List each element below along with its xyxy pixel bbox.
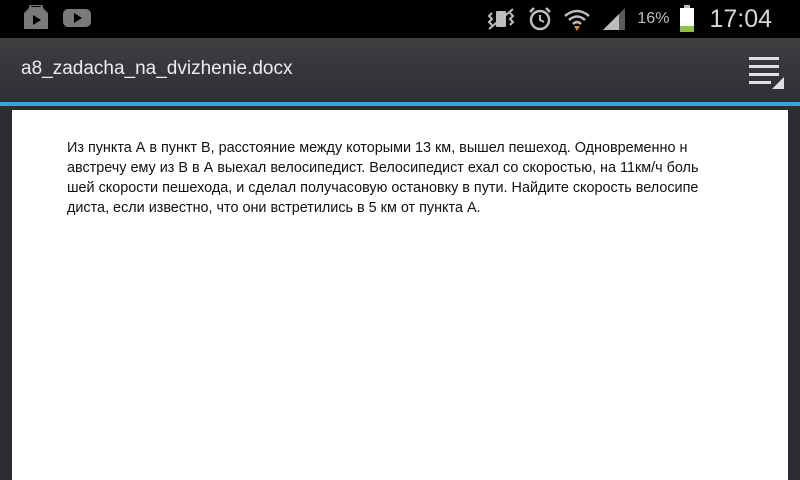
vibrate-icon	[487, 8, 515, 30]
alarm-icon	[529, 7, 552, 31]
battery-percent: 16%	[637, 10, 670, 27]
wifi-icon	[564, 9, 591, 31]
battery-icon	[680, 5, 695, 32]
play-store-icon	[24, 5, 48, 29]
action-bar: a8_zadacha_na_dvizhenie.docx	[0, 38, 800, 102]
document-title: a8_zadacha_na_dvizhenie.docx	[21, 58, 293, 79]
system-icons: 16% 17:04	[485, 3, 772, 35]
document-viewer[interactable]: Из пункта А в пункт В, расстояние между …	[0, 106, 800, 480]
signal-icon	[603, 8, 626, 30]
document-line: австречу ему из В в А выехал велосипедис…	[67, 160, 699, 176]
document-line: шей скорости пешехода, и сделал получасо…	[67, 180, 699, 196]
clock: 17:04	[709, 4, 772, 33]
document-line: Из пункта А в пункт В, расстояние между …	[67, 140, 688, 156]
status-bar: 16% 17:04	[0, 0, 800, 38]
youtube-icon	[63, 9, 91, 27]
notification-icons	[22, 5, 92, 31]
document-text: Из пункта А в пункт В, расстояние между …	[67, 138, 747, 218]
document-page[interactable]: Из пункта А в пункт В, расстояние между …	[12, 110, 788, 480]
document-line: диста, если известно, что они встретилис…	[67, 200, 481, 216]
menu-icon[interactable]	[748, 53, 784, 89]
